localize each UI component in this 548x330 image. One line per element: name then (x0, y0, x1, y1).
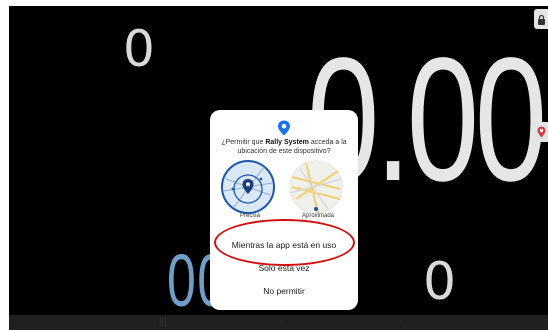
dialog-title: ¿Permitir que Rally System acceda a la u… (218, 138, 350, 156)
location-permission-dialog: ¿Permitir que Rally System acceda a la u… (210, 110, 358, 310)
allow-while-using-button[interactable]: Mientras la app está en uso (210, 240, 358, 250)
app-name: Rally System (265, 139, 309, 146)
location-pin-icon (278, 120, 290, 136)
approximate-map-icon (289, 160, 343, 214)
bottom-right-value: 0 (423, 252, 457, 312)
location-icon-glyph (537, 126, 545, 138)
deny-button[interactable]: No permitir (210, 286, 358, 296)
recents-icon[interactable]: ||| (159, 317, 167, 328)
allow-once-button[interactable]: Solo esta vez (210, 263, 358, 273)
home-icon[interactable]: ○ (279, 317, 285, 328)
lock-icon-glyph (537, 14, 545, 25)
approximate-location-option[interactable]: Aproximada (288, 159, 348, 219)
back-icon[interactable]: ‹ (399, 317, 402, 328)
precise-label: Precisa (239, 213, 260, 219)
lock-icon[interactable] (534, 9, 548, 29)
system-nav-bar: ||| ○ ‹ (9, 315, 548, 330)
approximate-label: Aproximada (301, 213, 334, 219)
precise-map-icon (221, 160, 275, 214)
title-prefix: ¿Permitir que (221, 139, 266, 146)
top-left-value: 0 (123, 20, 155, 78)
location-icon[interactable] (534, 122, 548, 142)
precise-location-option[interactable]: Precisa (220, 159, 280, 219)
